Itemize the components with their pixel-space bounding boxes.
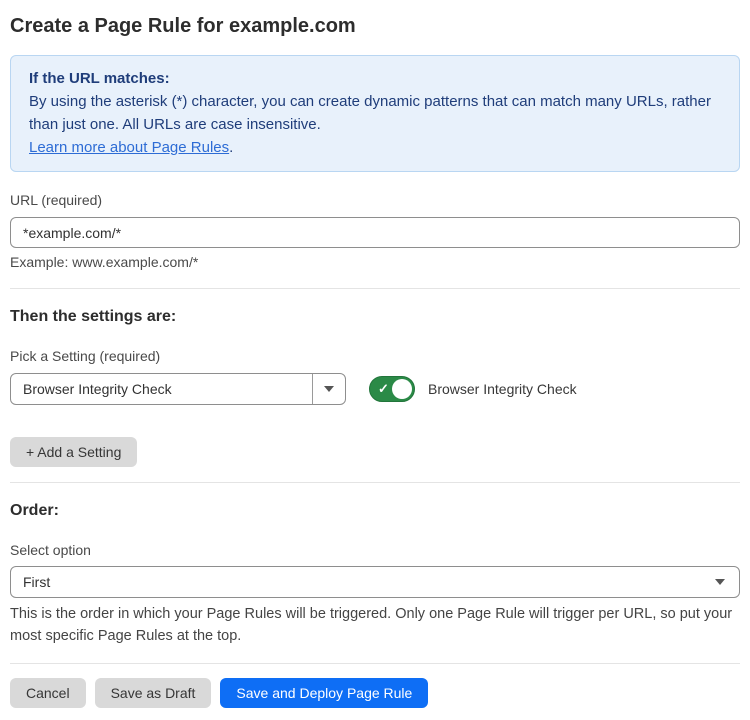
setting-dropdown[interactable]: Browser Integrity Check <box>10 373 346 405</box>
cancel-button[interactable]: Cancel <box>10 678 86 708</box>
link-period: . <box>229 139 233 156</box>
toggle-setting-label: Browser Integrity Check <box>428 381 577 397</box>
footer-divider <box>10 663 740 664</box>
setting-dropdown-value: Browser Integrity Check <box>11 374 312 404</box>
save-deploy-button[interactable]: Save and Deploy Page Rule <box>220 678 428 708</box>
select-arrow-icon <box>715 579 725 585</box>
url-input[interactable] <box>10 217 740 248</box>
toggle-knob <box>392 379 412 399</box>
footer-actions: Cancel Save as Draft Save and Deploy Pag… <box>10 678 740 708</box>
info-box-link-line: Learn more about Page Rules. <box>29 136 721 159</box>
save-draft-button[interactable]: Save as Draft <box>95 678 212 708</box>
setting-row: Browser Integrity Check ✓ Browser Integr… <box>10 373 740 405</box>
browser-integrity-toggle[interactable]: ✓ <box>369 376 415 402</box>
add-setting-button[interactable]: + Add a Setting <box>10 437 137 467</box>
setting-dropdown-arrow-button[interactable] <box>312 374 345 404</box>
order-select-value: First <box>23 574 50 590</box>
pick-setting-label: Pick a Setting (required) <box>10 348 740 364</box>
toggle-check-icon: ✓ <box>378 382 389 395</box>
url-example-helper: Example: www.example.com/* <box>10 254 740 270</box>
url-match-info-box: If the URL matches: By using the asteris… <box>10 55 740 172</box>
order-helper-text: This is the order in which your Page Rul… <box>10 603 740 647</box>
order-section-heading: Order: <box>10 502 740 520</box>
chevron-down-icon <box>324 386 334 392</box>
create-page-rule-form: Create a Page Rule for example.com If th… <box>0 0 750 720</box>
page-title: Create a Page Rule for example.com <box>10 14 740 38</box>
order-select[interactable]: First <box>10 566 740 598</box>
learn-more-link[interactable]: Learn more about Page Rules <box>29 139 229 156</box>
info-box-body: By using the asterisk (*) character, you… <box>29 90 721 136</box>
section-divider <box>10 288 740 289</box>
settings-section-heading: Then the settings are: <box>10 308 740 326</box>
section-divider <box>10 482 740 483</box>
info-box-heading: If the URL matches: <box>29 67 721 90</box>
url-field-label: URL (required) <box>10 192 740 208</box>
select-option-label: Select option <box>10 542 740 558</box>
